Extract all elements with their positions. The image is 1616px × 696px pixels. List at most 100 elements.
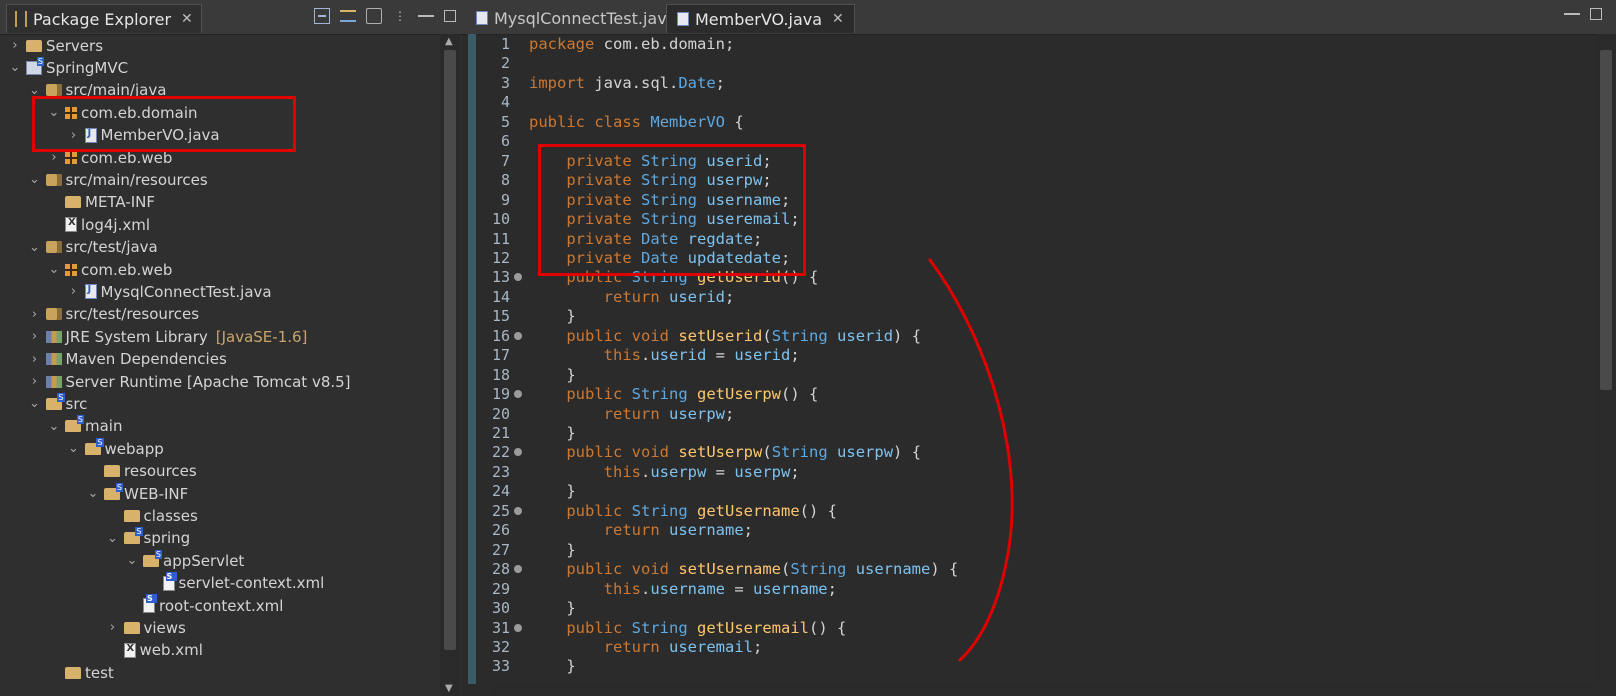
code-line[interactable]: 29 this.username = username;	[462, 579, 1562, 599]
code-line[interactable]: 9 private String username;	[462, 190, 1562, 210]
fold-icon[interactable]	[514, 506, 522, 515]
maximize-icon[interactable]	[444, 10, 456, 22]
code-line[interactable]: 14 return userid;	[462, 287, 1562, 307]
collapsed-twisty-icon[interactable]: ›	[106, 620, 120, 635]
explorer-scrollbar[interactable]: ▲ ▼	[440, 34, 460, 696]
scroll-down-icon[interactable]: ▼	[445, 683, 453, 694]
tree-item[interactable]: ⌄ SpringMVC	[8, 56, 128, 79]
code-line[interactable]: 11 private Date regdate;	[462, 229, 1562, 249]
code-line[interactable]: 32 return useremail;	[462, 637, 1562, 657]
tree-item[interactable]: ⌄ src/main/java	[28, 79, 166, 102]
tree-item[interactable]: ⌄ WEB-INF	[86, 482, 188, 505]
expanded-twisty-icon[interactable]: ⌄	[47, 105, 61, 120]
code-line[interactable]: 23 this.userpw = userpw;	[462, 462, 1562, 482]
code-line[interactable]: 10 private String useremail;	[462, 209, 1562, 229]
tree-item[interactable]: › views	[106, 616, 186, 639]
expanded-twisty-icon[interactable]: ⌄	[47, 419, 61, 434]
collapsed-twisty-icon[interactable]: ›	[28, 307, 42, 322]
code-line[interactable]: 24 }	[462, 481, 1562, 501]
code-line[interactable]: 33 }	[462, 656, 1562, 676]
close-icon[interactable]: ✕	[832, 11, 844, 27]
tree-item[interactable]: ⌄ src/test/java	[28, 236, 158, 259]
tree-item[interactable]: › Maven Dependencies	[28, 348, 227, 371]
expanded-twisty-icon[interactable]: ⌄	[67, 441, 81, 456]
tree-item[interactable]: resources	[86, 460, 197, 483]
code-line[interactable]: 30 }	[462, 598, 1562, 618]
code-line[interactable]: 31 public String getUseremail() {	[462, 618, 1562, 638]
tree-item[interactable]: › MysqlConnectTest.java	[67, 280, 272, 303]
code-line[interactable]: 18 }	[462, 365, 1562, 385]
tree-item[interactable]: › Server Runtime [Apache Tomcat v8.5]	[28, 370, 351, 393]
tree-item[interactable]: › MemberVO.java	[67, 124, 220, 147]
tree-item[interactable]: › src/test/resources	[28, 303, 199, 326]
fold-icon[interactable]	[514, 623, 522, 632]
expanded-twisty-icon[interactable]: ⌄	[28, 83, 42, 98]
fold-icon[interactable]	[514, 390, 522, 399]
tree-item[interactable]: web.xml	[106, 639, 203, 662]
code-line[interactable]: 21 }	[462, 423, 1562, 443]
code-line[interactable]: 5 public class MemberVO {	[462, 112, 1562, 132]
expanded-twisty-icon[interactable]: ⌄	[86, 486, 100, 501]
tree-item[interactable]: ⌄ com.eb.web	[47, 258, 173, 281]
expanded-twisty-icon[interactable]: ⌄	[28, 240, 42, 255]
fold-icon[interactable]	[514, 331, 522, 340]
editor-scroll-thumb[interactable]	[1600, 50, 1612, 390]
code-line[interactable]: 17 this.userid = userid;	[462, 345, 1562, 365]
expanded-twisty-icon[interactable]: ⌄	[8, 60, 22, 75]
code-line[interactable]: 19 public String getUserpw() {	[462, 384, 1562, 404]
tree-item[interactable]: ⌄ src	[28, 392, 87, 415]
code-line[interactable]: 25 public String getUsername() {	[462, 501, 1562, 521]
editor-tab[interactable]: MysqlConnectTest.java	[466, 4, 686, 32]
tree-item[interactable]: classes	[106, 504, 198, 527]
code-line[interactable]: 13 public String getUserid() {	[462, 267, 1562, 287]
scroll-up-icon[interactable]: ▲	[445, 36, 453, 47]
fold-icon[interactable]	[514, 565, 522, 574]
package-explorer-tab[interactable]: Package Explorer ✕	[6, 4, 202, 33]
editor-maximize-icon[interactable]	[1590, 8, 1602, 20]
collapsed-twisty-icon[interactable]: ›	[67, 284, 81, 299]
code-line[interactable]: 4	[462, 92, 1562, 112]
collapsed-twisty-icon[interactable]: ›	[28, 374, 42, 389]
expanded-twisty-icon[interactable]: ⌄	[47, 262, 61, 277]
code-line[interactable]: 1 package com.eb.domain;	[462, 34, 1562, 54]
expanded-twisty-icon[interactable]: ⌄	[125, 553, 139, 568]
tree-item[interactable]: › com.eb.web	[47, 146, 172, 169]
code-line[interactable]: 16 public void setUserid(String userid) …	[462, 326, 1562, 346]
collapse-all-icon[interactable]	[314, 8, 330, 24]
collapsed-twisty-icon[interactable]: ›	[67, 128, 81, 143]
collapsed-twisty-icon[interactable]: ›	[28, 352, 42, 367]
code-line[interactable]: 7 private String userid;	[462, 151, 1562, 171]
expanded-twisty-icon[interactable]: ⌄	[106, 531, 120, 546]
tree-item[interactable]: ⌄ appServlet	[125, 549, 244, 572]
tree-item[interactable]: META-INF	[47, 191, 155, 214]
code-line[interactable]: 27 }	[462, 540, 1562, 560]
code-line[interactable]: 26 return username;	[462, 520, 1562, 540]
collapsed-twisty-icon[interactable]: ›	[47, 150, 61, 165]
code-line[interactable]: 15 }	[462, 306, 1562, 326]
code-line[interactable]: 3 import java.sql.Date;	[462, 73, 1562, 93]
explorer-scroll-thumb[interactable]	[444, 50, 456, 650]
tree-item[interactable]: › JRE System Library [JavaSE-1.6]	[28, 325, 308, 348]
code-line[interactable]: 12 private Date updatedate;	[462, 248, 1562, 268]
editor-scrollbar[interactable]	[1596, 34, 1616, 696]
tree-item[interactable]: ⌄ src/main/resources	[28, 168, 208, 191]
tree-item[interactable]: ⌄ main	[47, 415, 122, 438]
code-line[interactable]: 22 public void setUserpw(String userpw) …	[462, 442, 1562, 462]
tree-item[interactable]: log4j.xml	[47, 213, 150, 236]
tree-item[interactable]: root-context.xml	[125, 594, 283, 617]
collapsed-twisty-icon[interactable]: ›	[28, 329, 42, 344]
code-line[interactable]: 8 private String userpw;	[462, 170, 1562, 190]
expanded-twisty-icon[interactable]: ⌄	[28, 172, 42, 187]
tree-item[interactable]: test	[47, 661, 114, 684]
code-area[interactable]: 1 package com.eb.domain; 2 3 import java.sql…	[462, 34, 1572, 684]
view-menu-icon[interactable]: ⋮	[392, 8, 408, 24]
link-with-editor-icon[interactable]	[340, 10, 356, 22]
tree-item[interactable]: servlet-context.xml	[145, 571, 324, 595]
tree-item[interactable]: ⌄ spring	[106, 527, 190, 550]
minimize-icon[interactable]	[418, 8, 434, 17]
expanded-twisty-icon[interactable]: ⌄	[28, 396, 42, 411]
code-line[interactable]: 20 return userpw;	[462, 404, 1562, 424]
editor-hscrollbar[interactable]	[492, 684, 1596, 696]
tree-item[interactable]: › Servers	[8, 34, 103, 57]
fold-icon[interactable]	[514, 273, 522, 282]
